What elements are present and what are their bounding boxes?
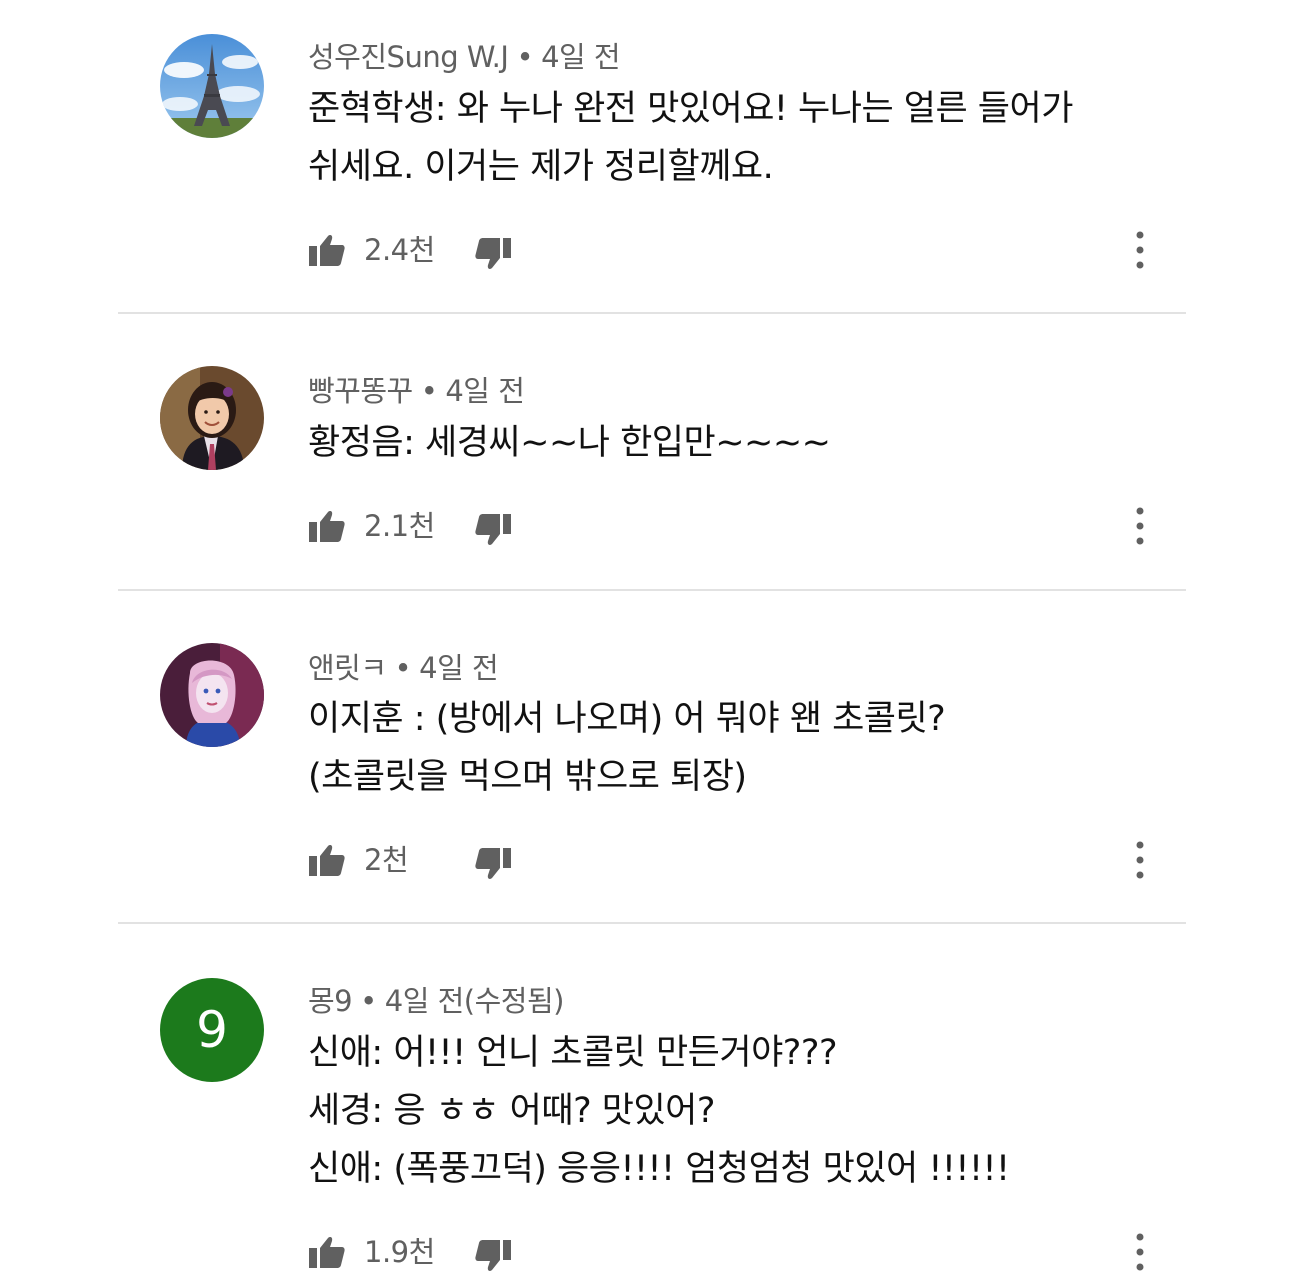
meta-separator: • [360,984,377,1018]
comment-actions: 1.9천 [308,1230,1168,1274]
like-count: 2천 [364,843,409,877]
comment-text: 이지훈 : (방에서 나오며) 어 뭐야 왠 초콜릿? (초콜릿을 먹으며 밖으… [308,690,946,806]
avatar-letter: 9 [196,1001,228,1059]
comment-line: 황정음: 세경씨~~나 한입만~~~~ [308,423,831,463]
thumbs-up-icon[interactable] [308,232,346,268]
girl-photo-avatar-icon [160,366,264,470]
comment-meta: 앤릿ㅋ • 4일 전 [308,645,499,687]
comment-line: 쉬세요. 이거는 제가 정리할께요. [308,147,774,187]
thumbs-up-icon[interactable] [308,842,346,878]
comment-text: 황정음: 세경씨~~나 한입만~~~~ [308,414,831,472]
thumbs-down-icon[interactable] [474,512,512,548]
avatar[interactable]: 9 [160,978,264,1082]
thumbs-up-icon[interactable] [308,1234,346,1270]
elsa-avatar-icon [160,643,264,747]
comment-line: 신애: (폭풍끄덕) 응응!!!! 엄청엄청 맛있어 !!!!!! [308,1149,1010,1189]
comment-actions: 2천 [308,838,1168,882]
avatar[interactable] [160,34,264,138]
comment-divider [118,589,1186,591]
comment-time[interactable]: 4일 전 [541,40,621,74]
comment-actions: 2.1천 [308,504,1168,548]
comment-meta: 성우진Sung W.J • 4일 전 [308,34,621,76]
comment-line: 이지훈 : (방에서 나오며) 어 뭐야 왠 초콜릿? [308,699,946,739]
more-vert-icon[interactable] [1128,838,1152,882]
meta-separator: • [394,651,412,685]
comment-line: 준혁학생: 와 누나 완전 맛있어요! 누나는 얼른 들어가 [308,89,1073,129]
like-count: 1.9천 [364,1235,435,1269]
author-name[interactable]: 앤릿ㅋ [308,651,387,685]
comment-time[interactable]: 4일 전 [419,651,499,685]
eiffel-tower-avatar-icon [160,34,264,138]
thumbs-up-icon[interactable] [308,508,346,544]
comment-actions: 2.4천 [308,228,1168,272]
avatar[interactable] [160,643,264,747]
comment-divider [118,312,1186,314]
comment-time[interactable]: 4일 전(수정됨) [385,984,565,1018]
thumbs-down-icon[interactable] [474,1238,512,1274]
comment-line: 신애: 어!!! 언니 초콜릿 만든거야??? [308,1033,838,1073]
avatar[interactable] [160,366,264,470]
comment-meta: 빵꾸똥꾸 • 4일 전 [308,368,525,410]
comment-text: 신애: 어!!! 언니 초콜릿 만든거야??? 세경: 응 ㅎㅎ 어때? 맛있어… [308,1024,1010,1198]
like-count: 2.4천 [364,233,435,267]
thumbs-down-icon[interactable] [474,846,512,882]
more-vert-icon[interactable] [1128,1230,1152,1274]
comment-divider [118,922,1186,924]
comment-text: 준혁학생: 와 누나 완전 맛있어요! 누나는 얼른 들어가 쉬세요. 이거는 … [308,80,1073,196]
meta-separator: • [516,40,534,74]
author-name[interactable]: 몽9 [308,984,353,1018]
more-vert-icon[interactable] [1128,504,1152,548]
comment-line: 세경: 응 ㅎㅎ 어때? 맛있어? [308,1091,715,1131]
comment-time[interactable]: 4일 전 [445,374,525,408]
meta-separator: • [420,374,438,408]
comment-line: (초콜릿을 먹으며 밖으로 퇴장) [308,757,747,797]
author-name[interactable]: 빵꾸똥꾸 [308,374,413,408]
more-vert-icon[interactable] [1128,228,1152,272]
comment-meta: 몽9 • 4일 전(수정됨) [308,978,564,1020]
author-name[interactable]: 성우진Sung W.J [308,40,509,74]
thumbs-down-icon[interactable] [474,236,512,272]
like-count: 2.1천 [364,509,435,543]
